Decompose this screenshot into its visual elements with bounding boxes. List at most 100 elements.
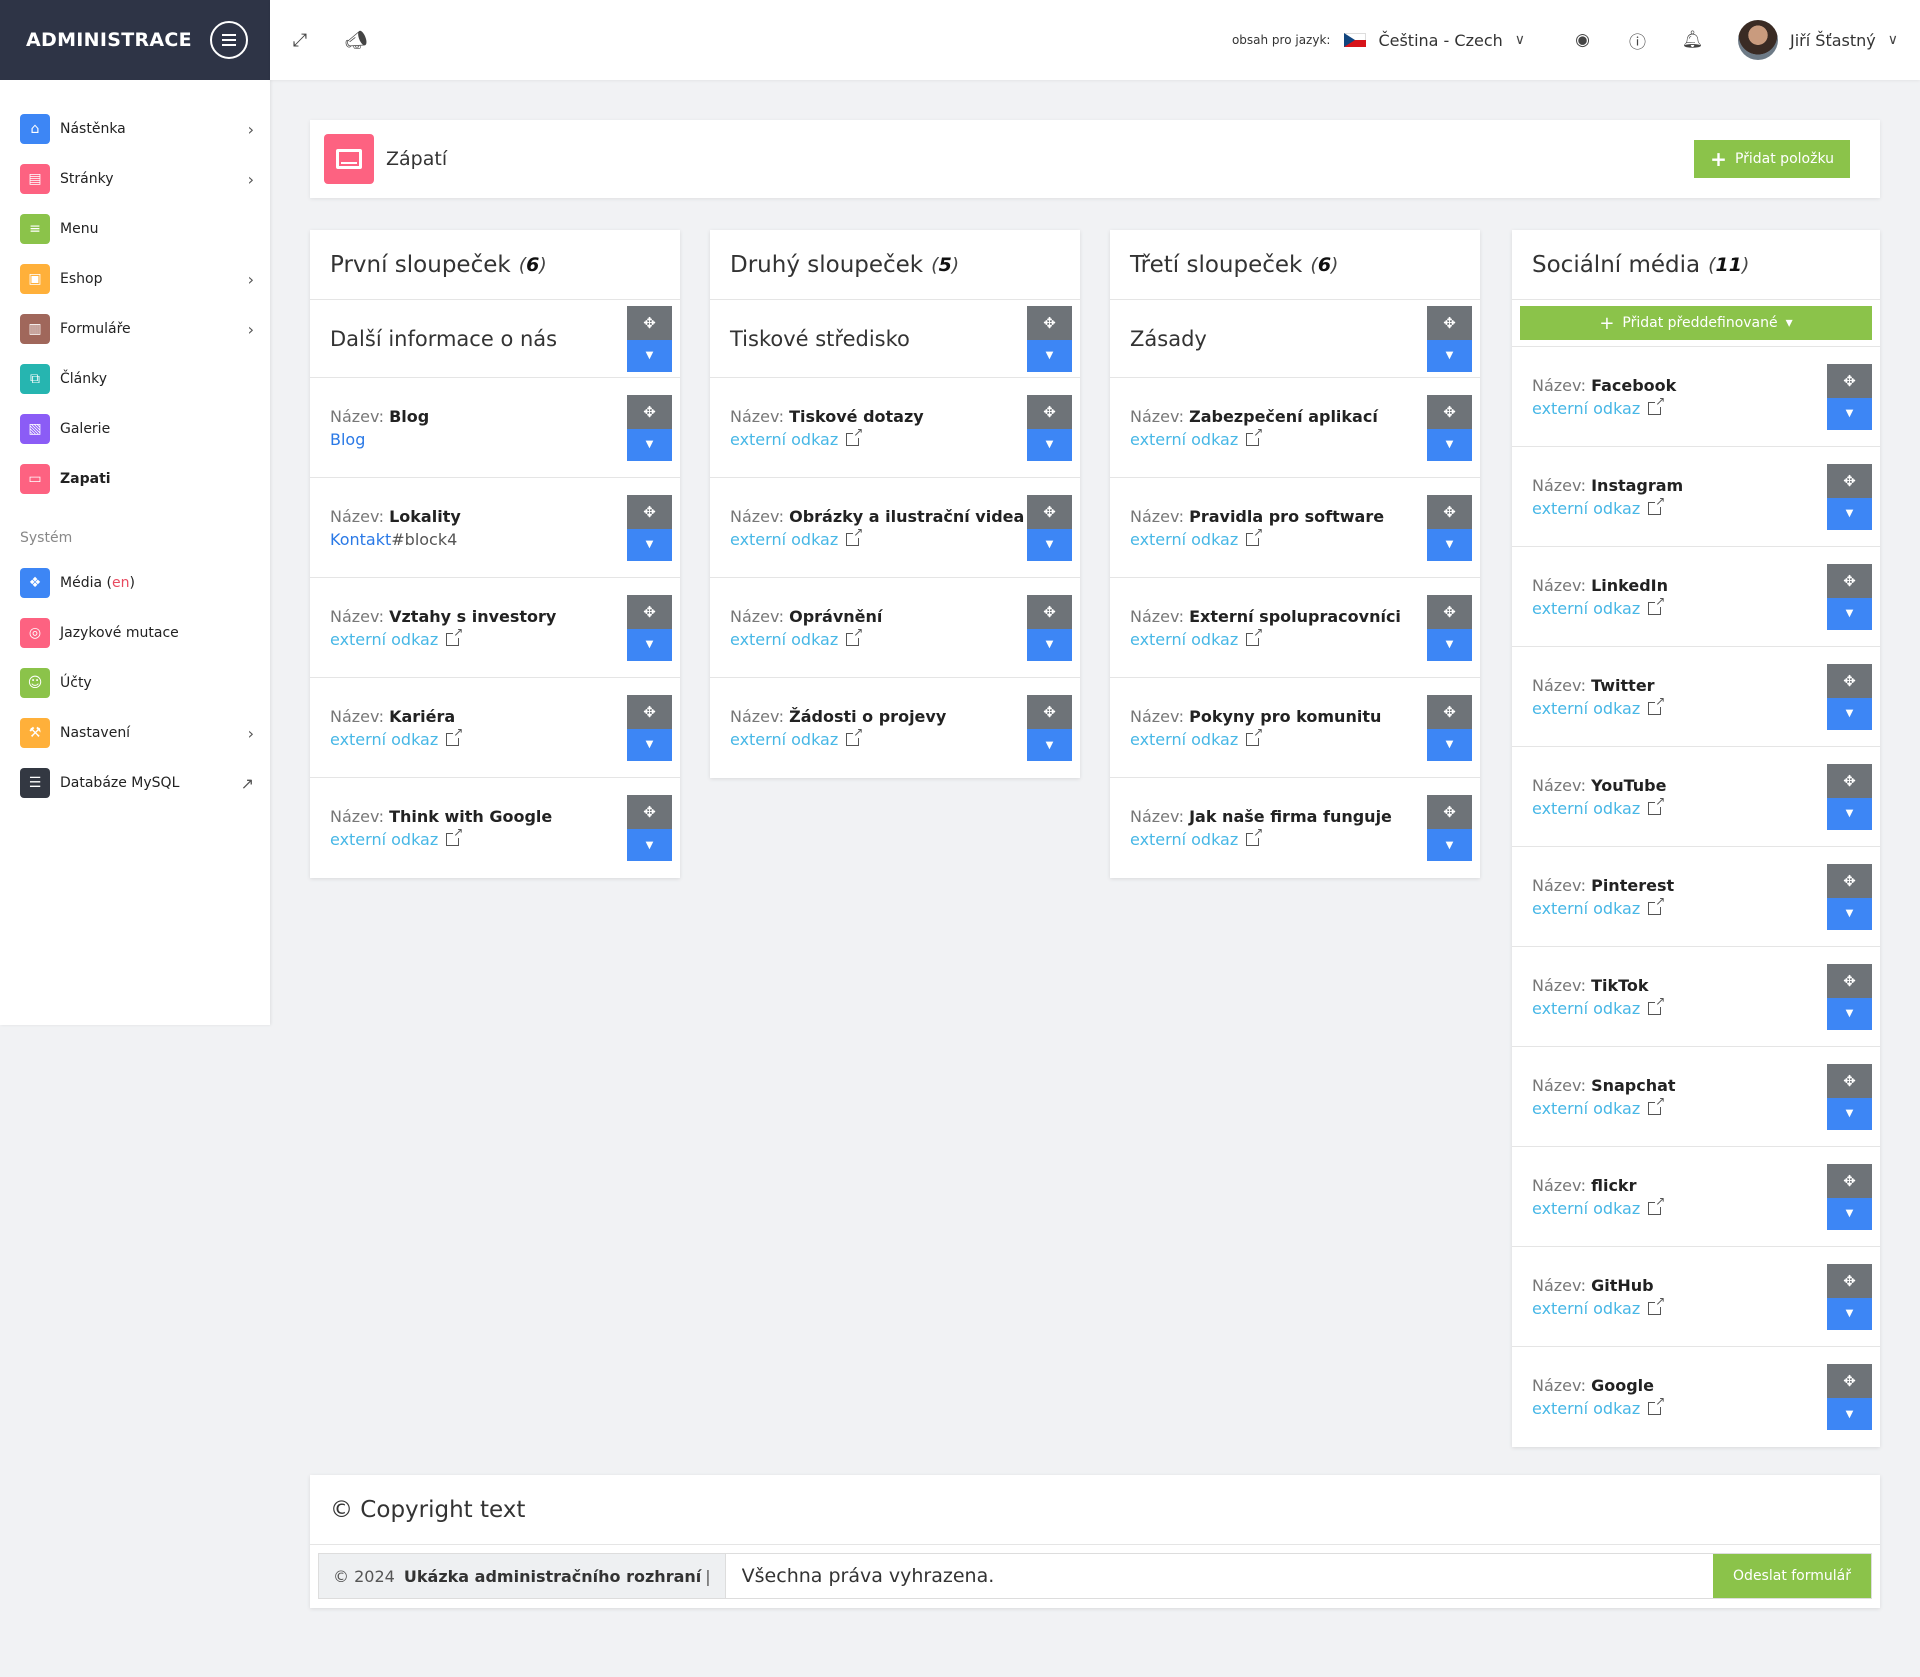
sidebar-item-jazykové-mutace[interactable]: ◎ Jazykové mutace [0, 608, 270, 658]
user-name[interactable]: Jiří Šťastný [1790, 31, 1876, 50]
external-link[interactable]: externí odkaz [330, 730, 438, 749]
dropdown-caret-button[interactable]: ▼ [1427, 728, 1472, 761]
copyright-input[interactable] [725, 1554, 1714, 1598]
dropdown-caret-button[interactable]: ▼ [1827, 897, 1872, 930]
megaphone-icon[interactable]: 📣︎ [328, 30, 384, 51]
external-link[interactable]: externí odkaz [1532, 1299, 1640, 1318]
sidebar-item-galerie[interactable]: ▧ Galerie [0, 404, 270, 454]
dropdown-caret-button[interactable]: ▼ [1427, 829, 1472, 861]
dropdown-caret-button[interactable]: ▼ [1027, 339, 1072, 372]
submit-form-button[interactable]: Odeslat formulář [1713, 1554, 1871, 1598]
external-link[interactable]: externí odkaz [1130, 430, 1238, 449]
dropdown-caret-button[interactable]: ▼ [1427, 339, 1472, 372]
dropdown-caret-button[interactable]: ▼ [1827, 397, 1872, 430]
sidebar-item-formuláře[interactable]: ▥ Formuláře › [0, 304, 270, 354]
sidebar-item-nástěnka[interactable]: ⌂ Nástěnka › [0, 104, 270, 154]
add-item-button[interactable]: + Přidat položku [1694, 140, 1850, 178]
move-handle-icon[interactable]: ✥ [1427, 394, 1472, 429]
avatar[interactable] [1738, 20, 1779, 60]
sidebar-item-menu[interactable]: ≡ Menu [0, 204, 270, 254]
dropdown-caret-button[interactable]: ▼ [627, 628, 672, 661]
external-link[interactable]: externí odkaz [730, 730, 838, 749]
internal-link[interactable]: Blog [330, 430, 365, 449]
dropdown-caret-button[interactable]: ▼ [1027, 628, 1072, 661]
move-handle-icon[interactable]: ✥ [627, 494, 672, 529]
move-handle-icon[interactable]: ✥ [1827, 1063, 1872, 1098]
external-link[interactable]: externí odkaz [1532, 1099, 1640, 1118]
sidebar-item-média[interactable]: ❖ Média (en) [0, 558, 270, 608]
move-handle-icon[interactable]: ✥ [1427, 795, 1472, 829]
dropdown-caret-button[interactable]: ▼ [1427, 428, 1472, 461]
move-handle-icon[interactable]: ✥ [1827, 663, 1872, 698]
dropdown-caret-button[interactable]: ▼ [1027, 528, 1072, 561]
dropdown-caret-button[interactable]: ▼ [627, 428, 672, 461]
help-icon[interactable]: ⓘ [1610, 28, 1665, 53]
move-handle-icon[interactable]: ✥ [627, 694, 672, 729]
move-handle-icon[interactable]: ✥ [1827, 963, 1872, 998]
dropdown-caret-button[interactable]: ▼ [627, 339, 672, 372]
move-handle-icon[interactable]: ✥ [1027, 695, 1072, 729]
dropdown-caret-button[interactable]: ▼ [627, 829, 672, 861]
sidebar-item-eshop[interactable]: ▣ Eshop › [0, 254, 270, 304]
language-select[interactable]: Čeština - Czech [1378, 31, 1502, 50]
sidebar-item-databáze-mysql[interactable]: ☰ Databáze MySQL ↗ [0, 758, 270, 808]
external-link[interactable]: externí odkaz [330, 830, 438, 849]
external-link[interactable]: externí odkaz [730, 630, 838, 649]
move-handle-icon[interactable]: ✥ [1027, 394, 1072, 429]
user-menu-chevron-icon[interactable]: ∨ [1888, 32, 1898, 48]
dropdown-caret-button[interactable]: ▼ [1827, 1097, 1872, 1130]
move-handle-icon[interactable]: ✥ [1427, 305, 1472, 340]
move-handle-icon[interactable]: ✥ [1827, 1263, 1872, 1298]
external-link[interactable]: externí odkaz [1532, 499, 1640, 518]
external-link[interactable]: externí odkaz [1532, 1399, 1640, 1418]
external-link[interactable]: externí odkaz [1532, 899, 1640, 918]
external-link[interactable]: externí odkaz [1532, 999, 1640, 1018]
external-link[interactable]: externí odkaz [1130, 830, 1238, 849]
external-link[interactable]: externí odkaz [1532, 699, 1640, 718]
chevron-down-icon[interactable]: ∨ [1515, 32, 1525, 48]
external-link[interactable]: externí odkaz [1130, 530, 1238, 549]
move-handle-icon[interactable]: ✥ [1027, 305, 1072, 340]
dropdown-caret-button[interactable]: ▼ [1827, 1297, 1872, 1330]
sidebar-item-nastavení[interactable]: ⚒ Nastavení › [0, 708, 270, 758]
move-handle-icon[interactable]: ✥ [1827, 1364, 1872, 1398]
external-link[interactable]: externí odkaz [1130, 730, 1238, 749]
dropdown-caret-button[interactable]: ▼ [1827, 1197, 1872, 1230]
move-handle-icon[interactable]: ✥ [627, 305, 672, 340]
dropdown-caret-button[interactable]: ▼ [1827, 1398, 1872, 1430]
add-predefined-button[interactable]: + Přidat předdefinované ▾ [1520, 306, 1872, 340]
move-handle-icon[interactable]: ✥ [627, 795, 672, 829]
dropdown-caret-button[interactable]: ▼ [1827, 797, 1872, 830]
move-handle-icon[interactable]: ✥ [1827, 563, 1872, 598]
sidebar-item-zapati[interactable]: ▭ Zapati [0, 454, 270, 504]
external-link[interactable]: externí odkaz [730, 430, 838, 449]
move-handle-icon[interactable]: ✥ [627, 394, 672, 429]
sidebar-item-účty[interactable]: ☺ Účty [0, 658, 270, 708]
move-handle-icon[interactable]: ✥ [1027, 494, 1072, 529]
external-link[interactable]: externí odkaz [1532, 1199, 1640, 1218]
dropdown-caret-button[interactable]: ▼ [627, 728, 672, 761]
external-link[interactable]: externí odkaz [1532, 399, 1640, 418]
external-link[interactable]: externí odkaz [1532, 799, 1640, 818]
external-link[interactable]: externí odkaz [330, 630, 438, 649]
sidebar-item-stránky[interactable]: ▤ Stránky › [0, 154, 270, 204]
fullscreen-icon[interactable]: ⤢ [272, 30, 328, 51]
internal-link[interactable]: Kontakt [330, 530, 391, 549]
dropdown-caret-button[interactable]: ▼ [1427, 528, 1472, 561]
move-handle-icon[interactable]: ✥ [1827, 863, 1872, 898]
eye-icon[interactable]: ◉ [1555, 30, 1610, 50]
move-handle-icon[interactable]: ✥ [1827, 463, 1872, 498]
dropdown-caret-button[interactable]: ▼ [1027, 428, 1072, 461]
move-handle-icon[interactable]: ✥ [1827, 363, 1872, 398]
external-link[interactable]: externí odkaz [1130, 630, 1238, 649]
move-handle-icon[interactable]: ✥ [627, 594, 672, 629]
external-link[interactable]: externí odkaz [730, 530, 838, 549]
move-handle-icon[interactable]: ✥ [1427, 494, 1472, 529]
dropdown-caret-button[interactable]: ▼ [627, 528, 672, 561]
dropdown-caret-button[interactable]: ▼ [1827, 497, 1872, 530]
bell-icon[interactable]: 🔔︎ [1665, 30, 1720, 50]
sidebar-item-články[interactable]: ⧉ Články [0, 354, 270, 404]
menu-toggle-icon[interactable] [210, 21, 248, 59]
external-link[interactable]: externí odkaz [1532, 599, 1640, 618]
dropdown-caret-button[interactable]: ▼ [1827, 697, 1872, 730]
